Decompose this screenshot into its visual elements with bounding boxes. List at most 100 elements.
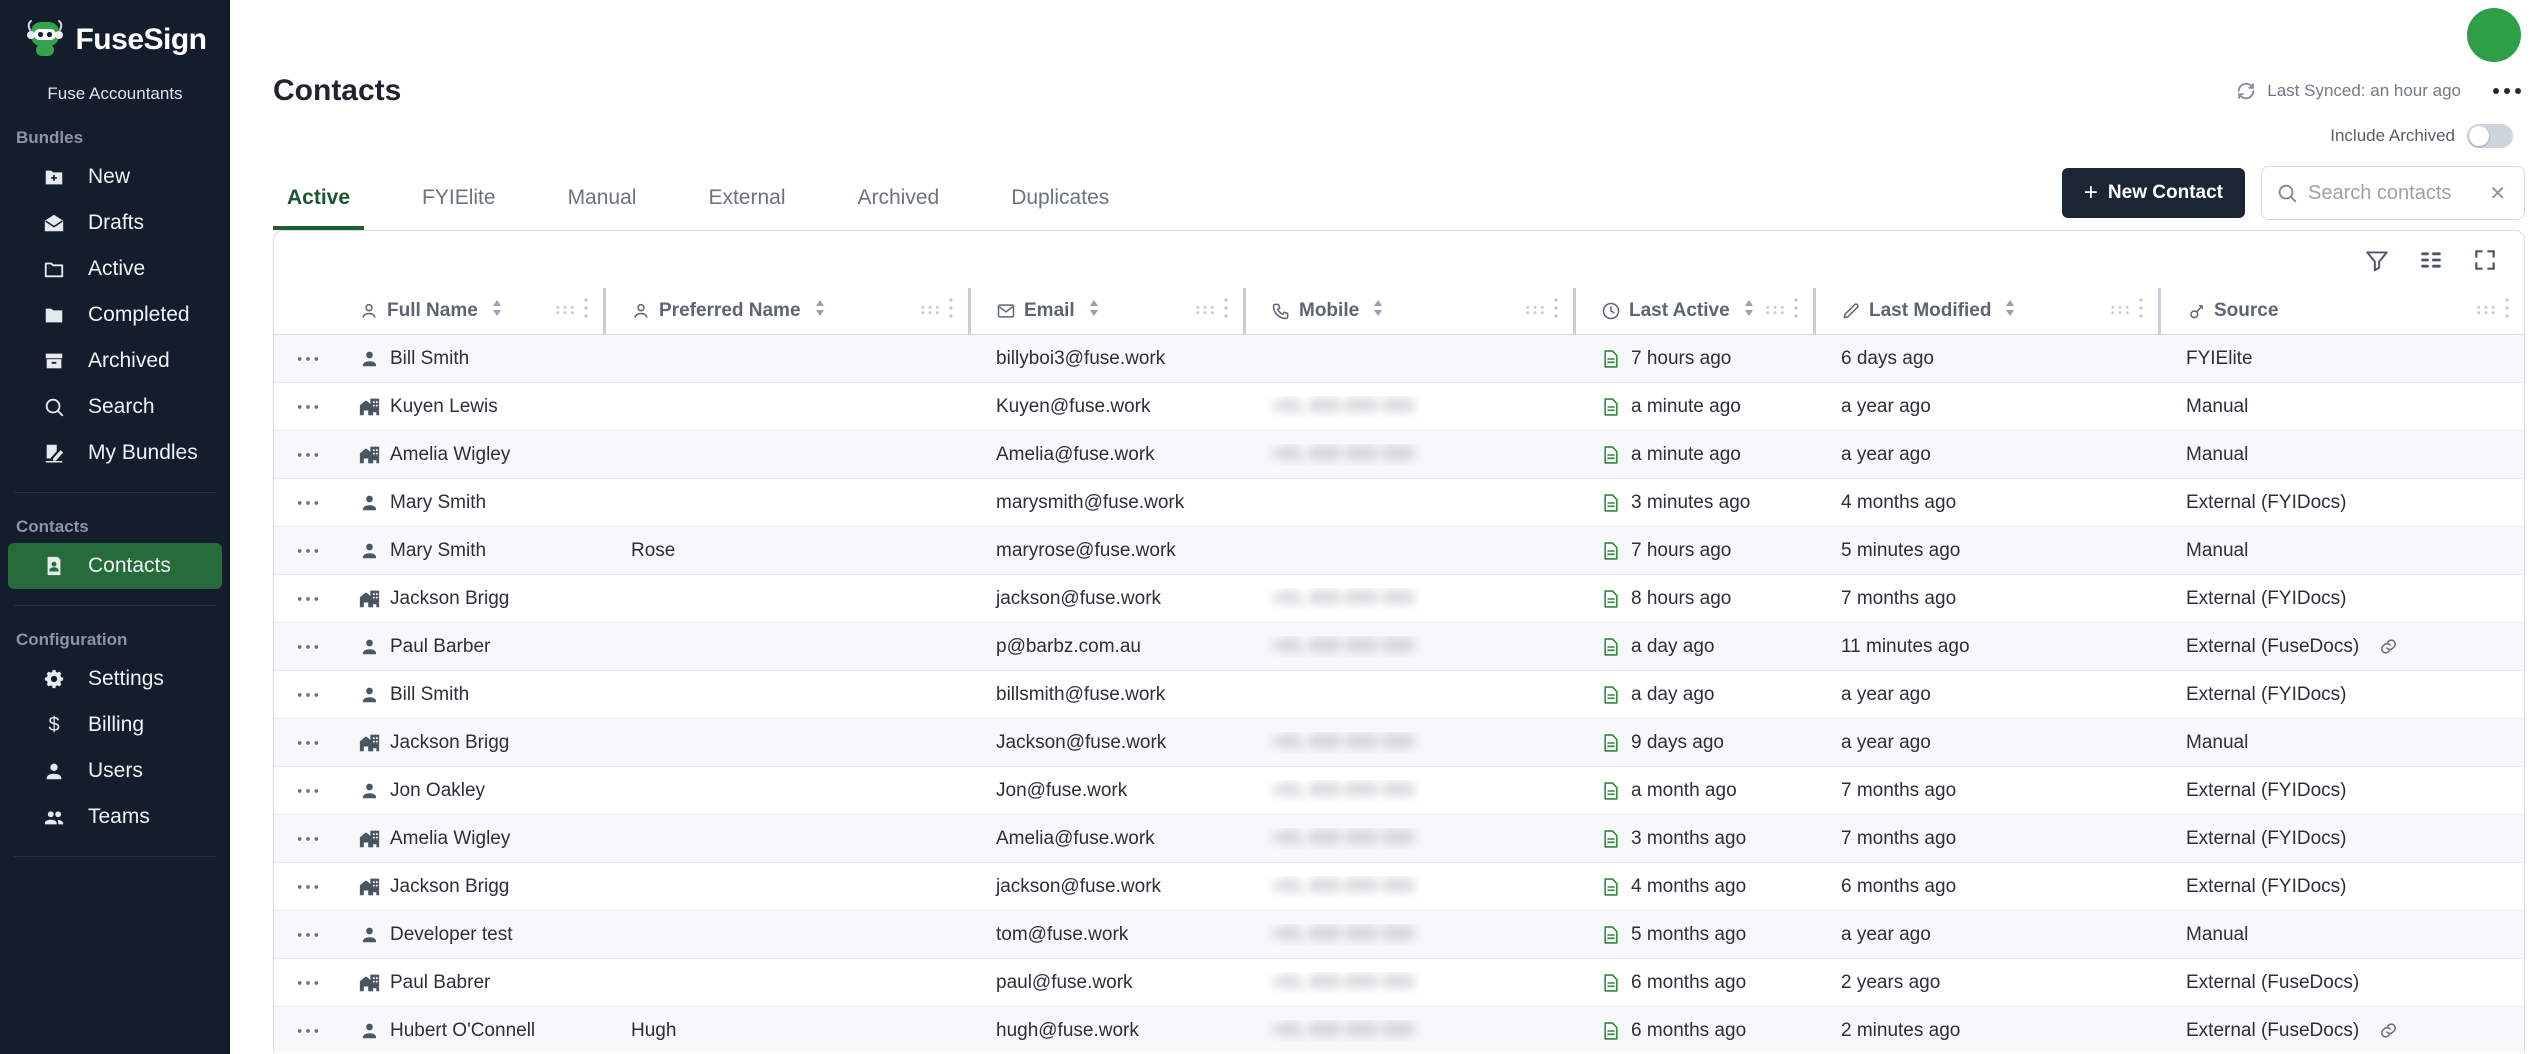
sort-icon[interactable] bbox=[809, 298, 827, 324]
sidebar-item-billing[interactable]: $Billing bbox=[8, 702, 222, 748]
columns-icon[interactable] bbox=[2418, 247, 2444, 273]
row-actions-menu[interactable] bbox=[296, 1027, 320, 1035]
sidebar-item-completed[interactable]: Completed bbox=[8, 292, 222, 338]
sidebar-item-settings[interactable]: Settings bbox=[8, 656, 222, 702]
row-actions-menu[interactable] bbox=[296, 595, 320, 603]
envelope-icon bbox=[996, 301, 1016, 321]
row-actions-menu[interactable] bbox=[296, 403, 320, 411]
document-icon bbox=[1601, 589, 1621, 609]
sidebar-item-my-bundles[interactable]: My Bundles bbox=[8, 430, 222, 476]
row-actions-menu[interactable] bbox=[296, 835, 320, 843]
contact-row[interactable]: Kuyen LewisKuyen@fuse.work+61 400 000 00… bbox=[274, 383, 2524, 431]
column-header-last_modified[interactable]: Last Modified bbox=[1816, 288, 2161, 334]
clear-search-icon[interactable]: ✕ bbox=[2485, 179, 2510, 208]
contact-row[interactable]: Paul Barberp@barbz.com.au+61 400 000 000… bbox=[274, 623, 2524, 671]
column-menu-icon[interactable] bbox=[1553, 297, 1559, 325]
sidebar-item-search[interactable]: Search bbox=[8, 384, 222, 430]
row-actions-menu[interactable] bbox=[296, 451, 320, 459]
column-drag-handle[interactable] bbox=[555, 300, 575, 322]
row-actions-menu[interactable] bbox=[296, 643, 320, 651]
mobile-redacted: +61 400 000 000 bbox=[1271, 924, 1414, 946]
person-contact-icon bbox=[359, 924, 380, 945]
tab-active[interactable]: Active bbox=[273, 186, 364, 230]
column-drag-handle[interactable] bbox=[2476, 300, 2496, 322]
sort-icon[interactable] bbox=[1083, 298, 1101, 324]
row-actions-menu[interactable] bbox=[296, 499, 320, 507]
contact-row[interactable]: Amelia WigleyAmelia@fuse.work+61 400 000… bbox=[274, 431, 2524, 479]
tab-archived[interactable]: Archived bbox=[844, 186, 954, 230]
row-actions-menu[interactable] bbox=[296, 787, 320, 795]
tab-duplicates[interactable]: Duplicates bbox=[997, 186, 1123, 230]
row-actions-menu[interactable] bbox=[296, 979, 320, 987]
sidebar-item-contacts[interactable]: Contacts bbox=[8, 543, 222, 589]
signature-icon bbox=[42, 441, 66, 465]
contact-row[interactable]: Developer testtom@fuse.work+61 400 000 0… bbox=[274, 911, 2524, 959]
search-input[interactable] bbox=[2308, 182, 2475, 205]
column-menu-icon[interactable] bbox=[1223, 297, 1229, 325]
column-menu-icon[interactable] bbox=[1793, 297, 1799, 325]
column-header-full_name[interactable]: Full Name bbox=[351, 288, 606, 334]
sidebar-item-users[interactable]: Users bbox=[8, 748, 222, 794]
contact-row[interactable]: Mary Smithmarysmith@fuse.work3 minutes a… bbox=[274, 479, 2524, 527]
contact-row[interactable]: Hubert O'ConnellHughhugh@fuse.work+61 40… bbox=[274, 1007, 2524, 1052]
column-label: Mobile bbox=[1299, 300, 1359, 322]
column-header-mobile[interactable]: Mobile bbox=[1246, 288, 1576, 334]
column-menu-icon[interactable] bbox=[948, 297, 954, 325]
contact-row[interactable]: Jackson Briggjackson@fuse.work+61 400 00… bbox=[274, 863, 2524, 911]
filter-icon[interactable] bbox=[2364, 247, 2390, 273]
person-contact-icon bbox=[359, 348, 380, 369]
row-actions-menu[interactable] bbox=[296, 739, 320, 747]
page-more-menu[interactable] bbox=[2489, 84, 2525, 98]
sidebar-item-active[interactable]: Active bbox=[8, 246, 222, 292]
user-avatar[interactable] bbox=[2467, 8, 2521, 62]
tab-fyielite[interactable]: FYIElite bbox=[408, 186, 510, 230]
contact-row[interactable]: Paul Babrerpaul@fuse.work+61 400 000 000… bbox=[274, 959, 2524, 1007]
column-header-actions bbox=[274, 288, 351, 334]
new-contact-button[interactable]: + New Contact bbox=[2062, 168, 2245, 218]
column-header-last_active[interactable]: Last Active bbox=[1576, 288, 1816, 334]
sidebar-item-archived[interactable]: Archived bbox=[8, 338, 222, 384]
tab-manual[interactable]: Manual bbox=[554, 186, 651, 230]
folder-outline-icon bbox=[42, 257, 66, 281]
tab-external[interactable]: External bbox=[694, 186, 799, 230]
sidebar-section-label-configuration: Configuration bbox=[0, 630, 230, 650]
column-drag-handle[interactable] bbox=[920, 300, 940, 322]
email: paul@fuse.work bbox=[996, 972, 1133, 994]
last-modified: a year ago bbox=[1841, 396, 1931, 418]
contact-row[interactable]: Amelia WigleyAmelia@fuse.work+61 400 000… bbox=[274, 815, 2524, 863]
fullscreen-icon[interactable] bbox=[2472, 247, 2498, 273]
row-actions-menu[interactable] bbox=[296, 883, 320, 891]
last-modified: 2 minutes ago bbox=[1841, 1020, 1960, 1042]
sidebar-item-new[interactable]: New bbox=[8, 154, 222, 200]
contact-row[interactable]: Jon OakleyJon@fuse.work+61 400 000 000a … bbox=[274, 767, 2524, 815]
row-actions-menu[interactable] bbox=[296, 691, 320, 699]
sort-icon[interactable] bbox=[1999, 298, 2017, 324]
column-menu-icon[interactable] bbox=[2504, 297, 2510, 325]
contact-row[interactable]: Bill Smithbillyboi3@fuse.work7 hours ago… bbox=[274, 335, 2524, 383]
column-header-preferred_name[interactable]: Preferred Name bbox=[606, 288, 971, 334]
column-header-email[interactable]: Email bbox=[971, 288, 1246, 334]
email: Kuyen@fuse.work bbox=[996, 396, 1150, 418]
column-menu-icon[interactable] bbox=[583, 297, 589, 325]
column-drag-handle[interactable] bbox=[1765, 300, 1785, 322]
sort-icon[interactable] bbox=[1367, 298, 1385, 324]
sidebar-item-teams[interactable]: Teams bbox=[8, 794, 222, 840]
column-drag-handle[interactable] bbox=[2110, 300, 2130, 322]
column-drag-handle[interactable] bbox=[1195, 300, 1215, 322]
mobile-redacted: +61 400 000 000 bbox=[1271, 780, 1414, 802]
column-drag-handle[interactable] bbox=[1525, 300, 1545, 322]
sort-icon[interactable] bbox=[1738, 298, 1756, 324]
column-menu-icon[interactable] bbox=[2138, 297, 2144, 325]
source: FYIElite bbox=[2186, 348, 2253, 370]
contact-row[interactable]: Jackson BriggJackson@fuse.work+61 400 00… bbox=[274, 719, 2524, 767]
sort-icon[interactable] bbox=[486, 298, 504, 324]
contact-row[interactable]: Jackson Briggjackson@fuse.work+61 400 00… bbox=[274, 575, 2524, 623]
row-actions-menu[interactable] bbox=[296, 355, 320, 363]
row-actions-menu[interactable] bbox=[296, 931, 320, 939]
full-name: Paul Babrer bbox=[390, 972, 490, 994]
row-actions-menu[interactable] bbox=[296, 547, 320, 555]
sidebar-item-drafts[interactable]: Drafts bbox=[8, 200, 222, 246]
include-archived-toggle[interactable] bbox=[2467, 124, 2513, 148]
contact-row[interactable]: Bill Smithbillsmith@fuse.worka day agoa … bbox=[274, 671, 2524, 719]
contact-row[interactable]: Mary SmithRosemaryrose@fuse.work7 hours … bbox=[274, 527, 2524, 575]
